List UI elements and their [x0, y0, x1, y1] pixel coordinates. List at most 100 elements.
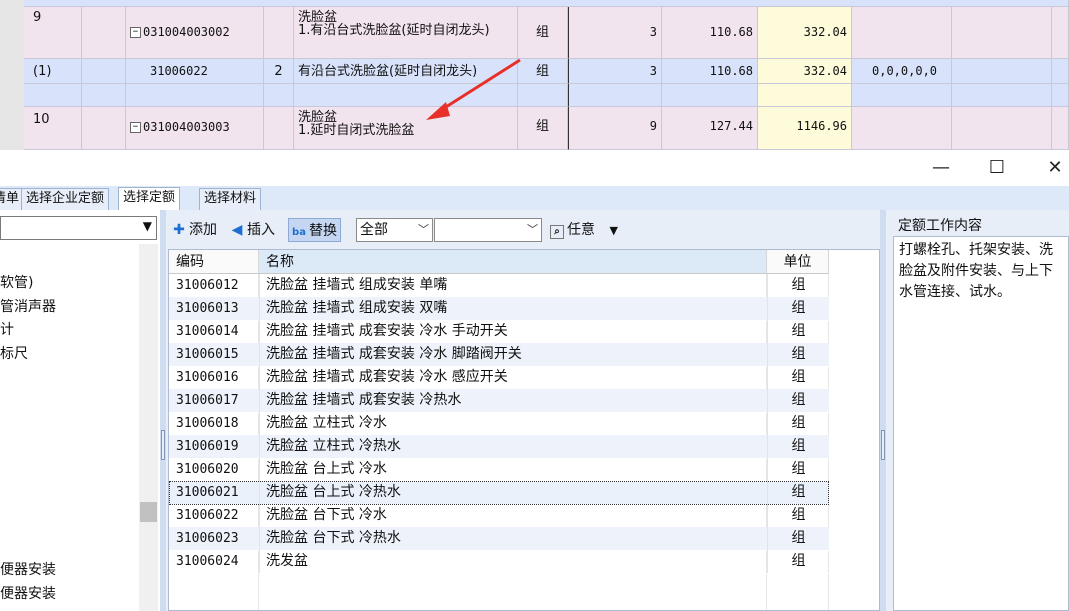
search-icon: ⌕: [550, 225, 564, 239]
left-splitter[interactable]: [160, 210, 166, 611]
cell-name: 洗脸盆 挂墙式 成套安装 冷水 脚踏阀开关: [259, 343, 767, 366]
work-content-text: 打螺栓孔、托架安装、洗脸盆及附件安装、与上下水管连接、试水。: [893, 236, 1069, 611]
cell-code: 31006021: [176, 485, 239, 500]
cell-unit: 组: [767, 481, 829, 504]
col-header-name[interactable]: 名称: [259, 250, 767, 274]
tree-item[interactable]: 便器安装: [0, 559, 56, 579]
cell-unit: 组: [767, 527, 829, 550]
cell-name: 洗脸盆 台上式 冷热水: [259, 481, 767, 504]
tab-select-quota[interactable]: 选择定额: [118, 187, 181, 210]
col-header-unit[interactable]: 单位: [767, 250, 829, 274]
cell-name: 洗脸盆 挂墙式 组成安装 单嘴: [259, 274, 767, 297]
replace-icon: ba: [292, 227, 306, 238]
add-button[interactable]: ✚ 添加: [172, 218, 217, 242]
cell-unit: 组: [767, 320, 829, 343]
tree-item[interactable]: 标尺: [0, 343, 28, 363]
insert-button[interactable]: ◀ 插入: [230, 218, 275, 242]
table-row[interactable]: 31006012 洗脸盆 挂墙式 组成安装 单嘴组: [169, 274, 829, 298]
chevron-down-icon: ﹀: [418, 223, 429, 236]
background-quote-grid: 9 −031004003002 洗脸盆 1.有沿台式洗脸盆(延时自闭龙头) 组 3…: [0, 0, 1069, 150]
collapse-right-icon[interactable]: [881, 430, 885, 460]
table-row[interactable]: 31006016 洗脸盆 挂墙式 成套安装 冷水 感应开关组: [169, 366, 829, 390]
cell-name: 洗脸盆 挂墙式 成套安装 冷热水: [259, 389, 767, 412]
cell-code: 31006018: [176, 416, 239, 431]
work-content-panel: 定额工作内容 打螺栓孔、托架安装、洗脸盆及附件安装、与上下水管连接、试水。: [893, 210, 1069, 611]
tab-select-material[interactable]: 选择材料: [199, 188, 262, 210]
chevron-down-icon: ﹀: [527, 223, 538, 236]
cell-code: 31006022: [176, 508, 239, 523]
close-icon: ✕: [1047, 157, 1063, 178]
table-row[interactable]: 31006021 洗脸盆 台上式 冷热水组: [169, 481, 829, 505]
dialog-content: ▼ 软管) 管消声器 计 标尺 便器安装 便器安装 ✚ 添加 ◀ 插入 ba 替换: [0, 210, 1069, 611]
cell-code: 31006020: [176, 462, 239, 477]
cell-code: 31006024: [176, 554, 239, 569]
quota-selection-dialog: — ☐ ✕ 清单 选择企业定额 选择定额 选择材料 ▼ 软管) 管消声器 计 标…: [0, 150, 1069, 611]
table-row[interactable]: 31006013 洗脸盆 挂墙式 组成安装 双嘴组: [169, 297, 829, 321]
close-button[interactable]: ✕: [1032, 150, 1069, 186]
chapter-tree-panel: ▼ 软管) 管消声器 计 标尺 便器安装 便器安装: [0, 210, 161, 611]
table-row[interactable]: 31006020 洗脸盆 台上式 冷水组: [169, 458, 829, 482]
maximize-button[interactable]: ☐: [974, 150, 1020, 186]
cell-unit: 组: [767, 504, 829, 527]
collapse-left-icon[interactable]: [161, 430, 165, 460]
table-row[interactable]: 31006019 洗脸盆 立柱式 冷热水组: [169, 435, 829, 459]
cell-code: 31006013: [176, 301, 239, 316]
table-row[interactable]: 31006022 洗脸盆 台下式 冷水组: [169, 504, 829, 528]
chapter-select[interactable]: ▼: [0, 216, 157, 240]
scrollbar-thumb[interactable]: [140, 502, 157, 522]
quota-toolbar: ✚ 添加 ◀ 插入 ba 替换 全部 ﹀ ﹀ ⌕ 任意 ▼: [168, 218, 878, 244]
tab-enterprise-quota[interactable]: 选择企业定额: [21, 188, 110, 210]
maximize-icon: ☐: [988, 157, 1006, 178]
filter-select[interactable]: ﹀: [434, 218, 542, 242]
table-row[interactable]: 31006015 洗脸盆 挂墙式 成套安装 冷水 脚踏阀开关组: [169, 343, 829, 367]
right-splitter[interactable]: [880, 210, 886, 611]
cell-name: 洗脸盆 立柱式 冷热水: [259, 435, 767, 458]
cell-code: 31006017: [176, 393, 239, 408]
any-match-button[interactable]: ⌕ 任意 ▼: [550, 218, 618, 242]
cell-unit: 组: [767, 435, 829, 458]
tree-item[interactable]: 管消声器: [0, 296, 56, 316]
cell-code: 31006016: [176, 370, 239, 385]
dropdown-arrow-icon[interactable]: ▼: [609, 224, 617, 237]
chevron-down-icon: ▼: [142, 219, 152, 233]
tree-scrollbar[interactable]: [139, 244, 158, 611]
tree-item[interactable]: 计: [0, 319, 14, 339]
cell-unit: 组: [767, 412, 829, 435]
annotation-arrow: [426, 58, 521, 120]
cell-unit: 组: [767, 458, 829, 481]
cell-code: 31006019: [176, 439, 239, 454]
cell-name: 洗脸盆 挂墙式 成套安装 冷水 手动开关: [259, 320, 767, 343]
tree-item[interactable]: 便器安装: [0, 583, 56, 603]
work-content-title: 定额工作内容: [898, 218, 982, 234]
cell-code: 31006012: [176, 278, 239, 293]
dialog-titlebar[interactable]: — ☐ ✕: [0, 150, 1069, 186]
cell-unit: 组: [767, 274, 829, 297]
table-row[interactable]: 31006023 洗脸盆 台下式 冷热水组: [169, 527, 829, 551]
tree-item[interactable]: 软管): [0, 272, 33, 292]
cell-code: 31006015: [176, 347, 239, 362]
cell-name: 洗脸盆 台上式 冷水: [259, 458, 767, 481]
cell-unit: 组: [767, 297, 829, 320]
cell-name: 洗脸盆 台下式 冷热水: [259, 527, 767, 550]
cell-code: 31006014: [176, 324, 239, 339]
insert-arrow-icon: ◀: [231, 222, 243, 238]
table-row[interactable]: 31006018 洗脸盆 立柱式 冷水组: [169, 412, 829, 436]
replace-button[interactable]: ba 替换: [288, 218, 341, 242]
cell-unit: 组: [767, 343, 829, 366]
minimize-button[interactable]: —: [918, 150, 964, 186]
cell-name: 洗脸盆 挂墙式 成套安装 冷水 感应开关: [259, 366, 767, 389]
cell-name: 洗脸盆 立柱式 冷水: [259, 412, 767, 435]
tab-bar: 清单 选择企业定额 选择定额 选择材料: [0, 186, 1069, 210]
cell-name: 洗脸盆 挂墙式 组成安装 双嘴: [259, 297, 767, 320]
plus-icon: ✚: [173, 222, 185, 238]
cell-name: 洗发盆: [259, 550, 767, 573]
scope-select[interactable]: 全部 ﹀: [356, 218, 433, 242]
cell-unit: 组: [767, 389, 829, 412]
cell-code: 31006023: [176, 531, 239, 546]
table-row[interactable]: 31006014 洗脸盆 挂墙式 成套安装 冷水 手动开关组: [169, 320, 829, 344]
col-header-code[interactable]: 编码: [169, 250, 259, 274]
table-row[interactable]: 31006017 洗脸盆 挂墙式 成套安装 冷热水组: [169, 389, 829, 413]
table-row[interactable]: 31006024 洗发盆组: [169, 550, 829, 574]
cell-unit: 组: [767, 550, 829, 573]
cell-name: 洗脸盆 台下式 冷水: [259, 504, 767, 527]
